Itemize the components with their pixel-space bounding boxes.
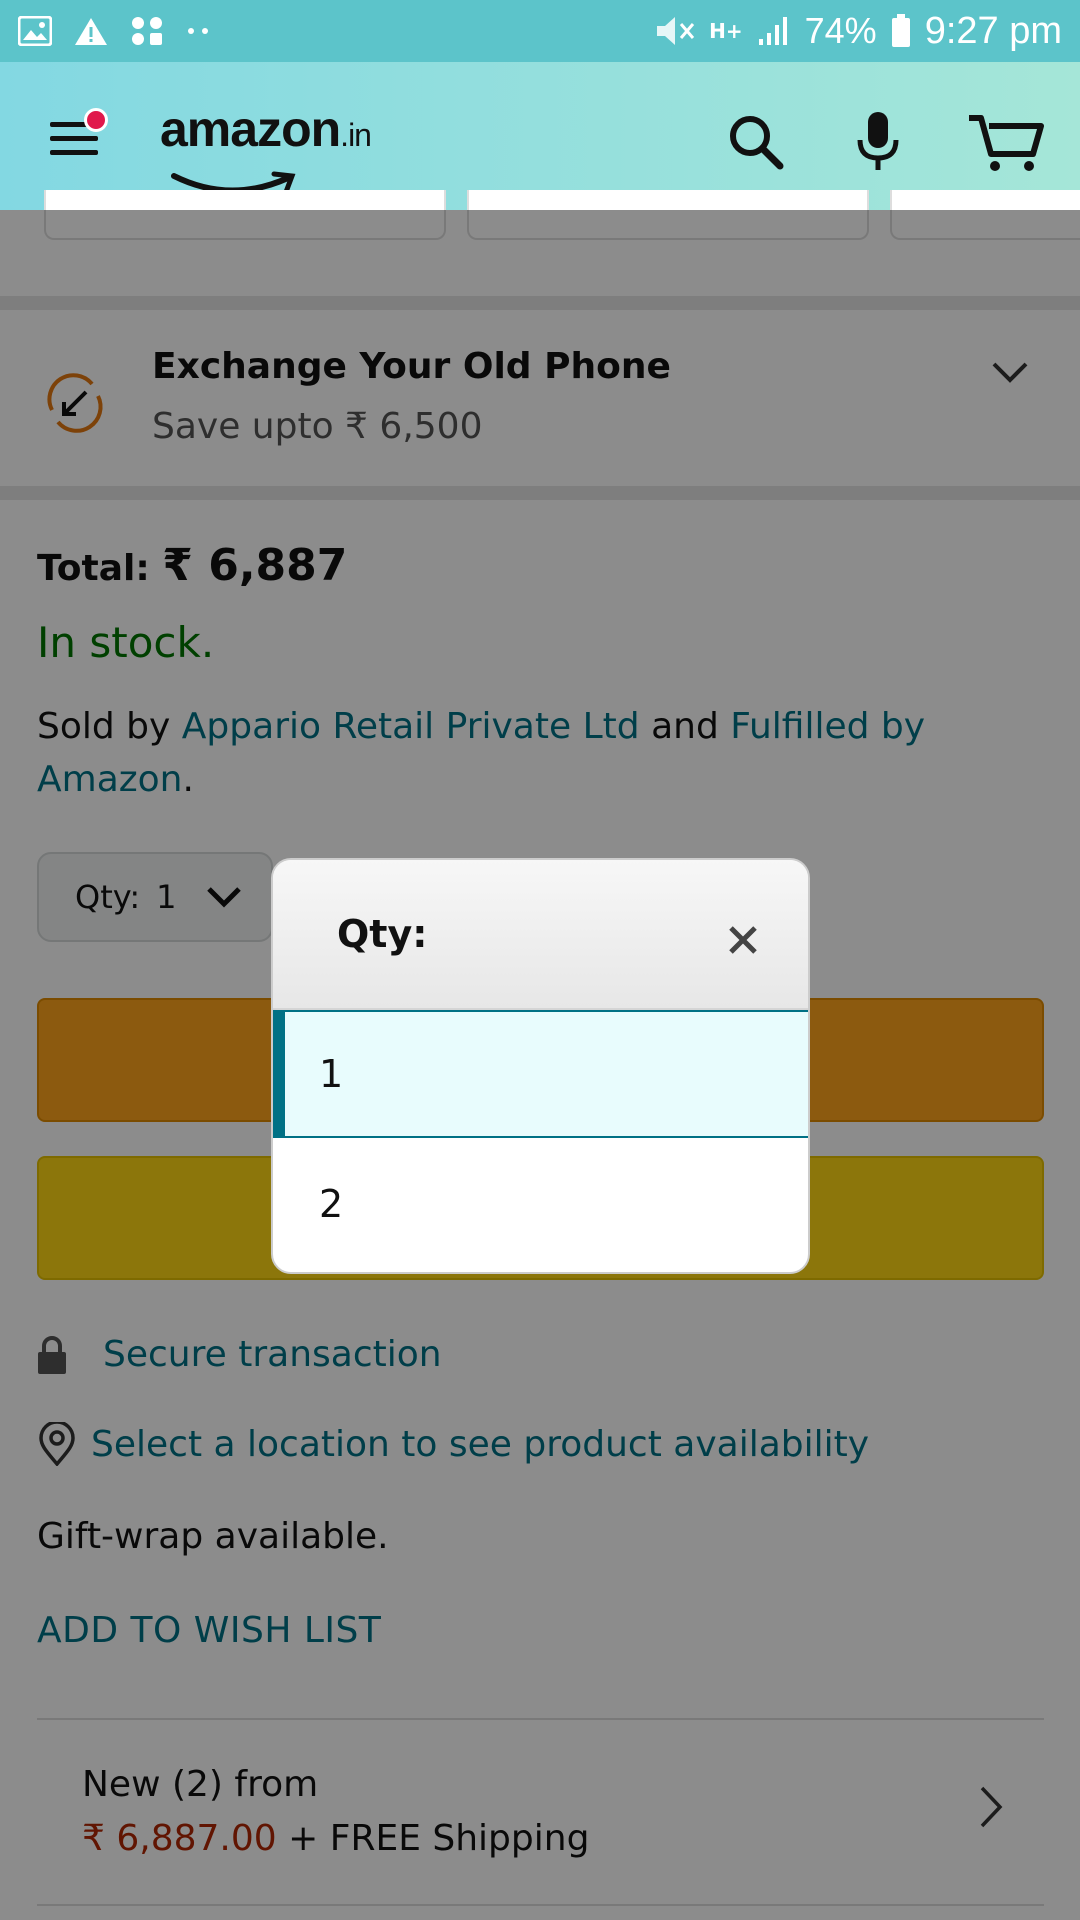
signal-icon xyxy=(758,17,787,45)
amazon-logo[interactable]: amazon.in xyxy=(160,100,372,158)
battery-icon xyxy=(891,14,910,47)
modal-header: Qty: xyxy=(273,860,808,1010)
gallery-icon xyxy=(18,16,52,46)
microphone-icon xyxy=(857,112,899,170)
app-header: amazon.in xyxy=(0,62,1080,210)
close-icon xyxy=(729,926,757,954)
search-icon xyxy=(730,116,784,170)
warning-icon xyxy=(75,18,107,45)
network-type: H+ xyxy=(709,19,743,43)
cart-button[interactable] xyxy=(966,102,1046,182)
quantity-picker-modal: Qty: 1 2 xyxy=(271,858,810,1274)
voice-search-button[interactable] xyxy=(838,102,918,182)
more-notifications-icon xyxy=(188,28,208,34)
mute-icon xyxy=(657,17,695,45)
notification-dot xyxy=(84,108,108,132)
quantity-option[interactable]: 2 xyxy=(273,1140,808,1268)
apps-icon xyxy=(132,17,162,45)
clock: 9:27 pm xyxy=(924,9,1062,52)
modal-title: Qty: xyxy=(337,912,428,956)
search-button[interactable] xyxy=(716,102,796,182)
battery-percent: 74% xyxy=(804,10,877,51)
close-button[interactable] xyxy=(713,910,773,970)
cart-icon xyxy=(969,115,1044,171)
status-bar: H+ 74% 9:27 pm xyxy=(0,0,1080,62)
quantity-option[interactable]: 1 xyxy=(273,1010,808,1138)
